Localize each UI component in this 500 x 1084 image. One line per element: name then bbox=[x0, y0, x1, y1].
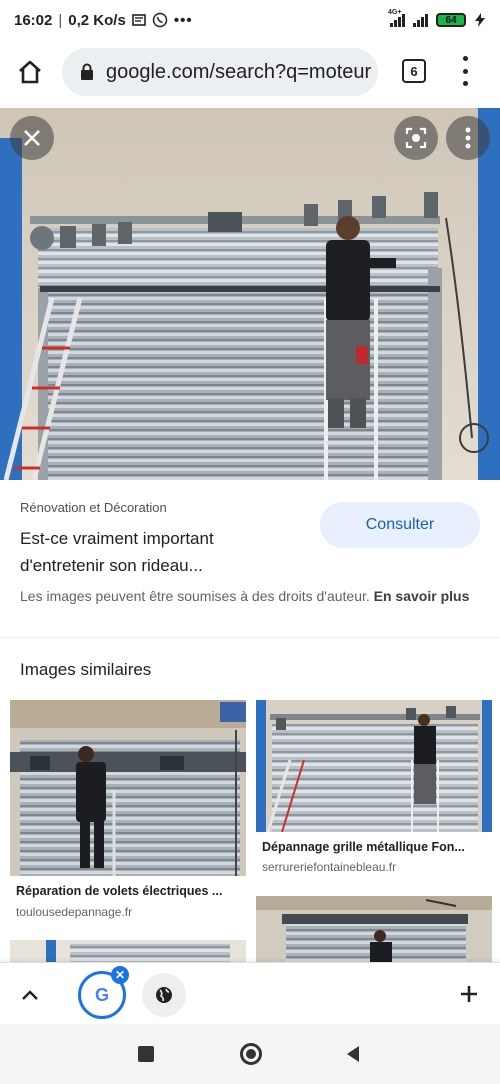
more-vert-icon bbox=[465, 127, 471, 149]
recents-button[interactable] bbox=[138, 1046, 154, 1062]
browser-menu-icon[interactable] bbox=[460, 56, 470, 86]
similar-image-card[interactable]: Réparation de volets électriques ... tou… bbox=[10, 700, 246, 922]
plus-icon bbox=[461, 986, 477, 1002]
globe-icon bbox=[156, 987, 172, 1003]
status-time: 16:02 bbox=[14, 11, 53, 29]
similar-image-thumbnail bbox=[256, 700, 492, 832]
address-bar[interactable]: google.com/search?q=moteur bbox=[62, 48, 378, 96]
similar-image-domain: serrureriefontainebleau.fr bbox=[262, 860, 397, 874]
system-nav-bar bbox=[0, 1024, 500, 1084]
preview-image-picture bbox=[0, 108, 500, 480]
google-tab-button[interactable]: G ✕ bbox=[78, 966, 129, 1019]
more-options-button[interactable] bbox=[446, 116, 490, 160]
screen: 16:02 | 0,2 Ko/s ••• 4G+ 64 google.com/s… bbox=[0, 0, 500, 1084]
home-icon[interactable] bbox=[16, 58, 44, 86]
home-nav-button[interactable] bbox=[240, 1043, 262, 1065]
copyright-text: Les images peuvent être soumises à des d… bbox=[20, 588, 370, 604]
similar-images-heading: Images similaires bbox=[20, 660, 152, 679]
web-tab-button[interactable] bbox=[142, 973, 186, 1017]
preview-image[interactable] bbox=[0, 108, 500, 480]
message-icon bbox=[132, 14, 146, 26]
consult-button[interactable]: Consulter bbox=[320, 502, 480, 548]
chevron-up-icon bbox=[22, 990, 38, 1000]
learn-more-link[interactable]: En savoir plus bbox=[374, 588, 470, 604]
result-title[interactable]: Est-ce vraiment important d'entretenir s… bbox=[20, 525, 300, 579]
tab-switcher-button[interactable]: 6 bbox=[402, 59, 426, 83]
home-dot-icon bbox=[246, 1049, 256, 1059]
lens-button[interactable] bbox=[394, 116, 438, 160]
viber-icon bbox=[152, 12, 168, 28]
similar-image-thumbnail bbox=[10, 700, 246, 876]
similar-image-thumbnail bbox=[256, 896, 492, 962]
similar-image-card[interactable] bbox=[10, 940, 246, 962]
browser-toolbar: google.com/search?q=moteur 6 bbox=[0, 44, 500, 100]
status-bar: 16:02 | 0,2 Ko/s ••• 4G+ 64 bbox=[0, 0, 500, 40]
copyright-notice: Les images peuvent être soumises à des d… bbox=[20, 586, 480, 607]
status-speed: 0,2 Ko/s bbox=[68, 11, 126, 29]
result-source[interactable]: Rénovation et Décoration bbox=[20, 500, 167, 515]
similar-image-card[interactable] bbox=[256, 896, 492, 962]
similar-image-domain: toulousedepannage.fr bbox=[16, 905, 133, 919]
signal-2-icon bbox=[413, 13, 428, 27]
close-tab-icon[interactable]: ✕ bbox=[111, 966, 129, 984]
lock-icon bbox=[81, 63, 93, 80]
tab-count: 6 bbox=[410, 63, 418, 79]
back-button[interactable] bbox=[344, 1044, 360, 1064]
result-info: Rénovation et Décoration Est-ce vraiment… bbox=[0, 480, 500, 638]
network-type: 4G+ bbox=[388, 9, 402, 16]
close-icon bbox=[24, 130, 40, 146]
similar-image-thumbnail bbox=[10, 940, 246, 962]
similar-image-title: Réparation de volets électriques ... bbox=[16, 884, 223, 898]
expand-button[interactable] bbox=[14, 979, 46, 1011]
new-tab-button[interactable] bbox=[452, 977, 486, 1011]
close-button[interactable] bbox=[10, 116, 54, 160]
charging-icon bbox=[475, 13, 485, 27]
lens-icon bbox=[405, 127, 427, 149]
url-text: google.com/search?q=moteur bbox=[106, 60, 372, 83]
battery-level: 64 bbox=[445, 14, 457, 26]
similar-image-title: Dépannage grille métallique Fon... bbox=[262, 840, 465, 854]
bottom-toolbar: G ✕ bbox=[0, 962, 500, 1024]
google-g-icon: G bbox=[94, 984, 109, 1005]
similar-image-card[interactable]: Dépannage grille métallique Fon... serru… bbox=[256, 700, 492, 880]
more-notifications-icon: ••• bbox=[173, 11, 193, 29]
battery-icon: 64 bbox=[436, 13, 466, 27]
